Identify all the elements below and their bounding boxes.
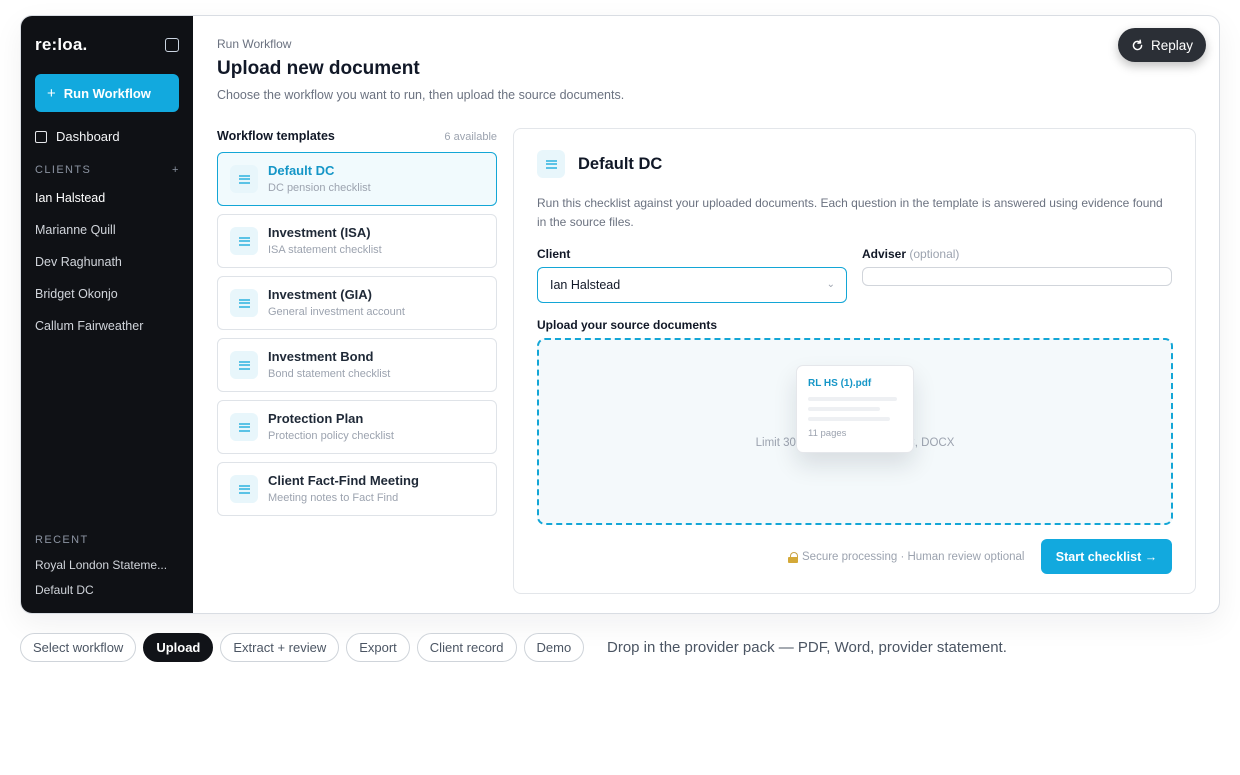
step-client-record[interactable]: Client record xyxy=(416,633,517,662)
template-card-fact-find[interactable]: Client Fact-Find Meeting Meeting notes t… xyxy=(217,462,497,516)
clients-heading: CLIENTS xyxy=(35,164,92,176)
template-name: Default DC xyxy=(268,163,335,178)
optional-hint: (optional) xyxy=(909,247,960,261)
workflow-detail-panel: Default DC Run this checklist against yo… xyxy=(513,128,1196,594)
breadcrumb[interactable]: Run Workflow xyxy=(217,37,291,51)
templates-heading: Workflow templates xyxy=(217,129,335,143)
start-checklist-button[interactable]: Start checklist → xyxy=(1041,539,1172,574)
sidebar-toggle-icon[interactable] xyxy=(165,38,179,52)
panel-description: Run this checklist against your uploaded… xyxy=(537,196,1163,229)
template-card-protection-plan[interactable]: Protection Plan Protection policy checkl… xyxy=(217,400,497,454)
sidebar-client-item[interactable]: Bridget Okonjo xyxy=(35,287,118,301)
sidebar-item-dashboard[interactable]: Dashboard xyxy=(35,129,120,144)
template-desc: Bond statement checklist xyxy=(268,368,391,380)
step-caption: Drop in the provider pack — PDF, Word, p… xyxy=(607,639,1007,656)
step-extract-review[interactable]: Extract + review xyxy=(220,633,340,662)
app-window: re:loa. + Run Workflow Dashboard CLIENTS… xyxy=(20,15,1220,614)
step-upload[interactable]: Upload xyxy=(143,633,214,662)
template-desc: General investment account xyxy=(268,306,405,318)
template-name: Client Fact-Find Meeting xyxy=(268,473,419,488)
checklist-icon xyxy=(230,475,258,503)
run-workflow-label: Run Workflow xyxy=(63,85,151,101)
file-preview-line xyxy=(808,407,880,411)
step-demo[interactable]: Demo xyxy=(523,633,585,662)
sidebar-client-item[interactable]: Marianne Quill xyxy=(35,223,116,237)
dragged-file-card[interactable]: RL HS (1).pdf 11 pages xyxy=(796,365,914,453)
template-desc: Meeting notes to Fact Find xyxy=(268,492,399,504)
page-title: Upload new document xyxy=(217,58,420,79)
templates-count: 6 available xyxy=(444,131,497,143)
template-card-investment-gia[interactable]: Investment (GIA) General investment acco… xyxy=(217,276,497,330)
add-client-button[interactable]: + xyxy=(172,164,178,176)
lock-icon xyxy=(788,551,798,563)
template-card-investment-bond[interactable]: Investment Bond Bond statement checklist xyxy=(217,338,497,392)
file-preview-line xyxy=(808,417,890,421)
checklist-icon xyxy=(537,150,565,178)
templates-header: Workflow templates 6 available xyxy=(217,129,497,143)
client-label: Client xyxy=(537,247,571,261)
recent-item[interactable]: Default DC xyxy=(35,583,180,597)
template-desc: DC pension checklist xyxy=(268,182,371,194)
sidebar-client-item[interactable]: Callum Fairweather xyxy=(35,319,143,333)
adviser-input[interactable] xyxy=(862,267,1172,286)
sidebar-client-item[interactable]: Ian Halstead xyxy=(35,191,105,205)
file-dropzone[interactable]: Drop files here Limit 30MB per file · PD… xyxy=(537,338,1173,525)
file-pages: 11 pages xyxy=(808,428,847,439)
replay-button[interactable]: Replay xyxy=(1118,28,1206,62)
template-desc: Protection policy checklist xyxy=(268,430,394,442)
client-select[interactable]: Ian Halstead ⌄ xyxy=(537,267,847,303)
template-desc: ISA statement checklist xyxy=(268,244,382,256)
panel-title: Default DC xyxy=(578,155,663,173)
page-subtitle: Choose the workflow you want to run, the… xyxy=(217,88,625,102)
step-select-workflow[interactable]: Select workflow xyxy=(20,633,137,662)
plus-icon: + xyxy=(47,84,56,102)
template-name: Investment (ISA) xyxy=(268,225,371,240)
main-content: Run Workflow Upload new document Choose … xyxy=(193,16,1219,613)
sidebar-client-item[interactable]: Dev Raghunath xyxy=(35,255,122,269)
checklist-icon xyxy=(230,165,258,193)
recent-heading: RECENT xyxy=(35,534,89,546)
template-name: Investment Bond xyxy=(268,349,374,364)
secure-text: Secure processing · Human review optiona… xyxy=(802,551,1025,563)
file-preview-line xyxy=(808,397,897,401)
adviser-label-text: Adviser xyxy=(862,247,907,261)
template-name: Protection Plan xyxy=(268,411,364,426)
checklist-icon xyxy=(230,289,258,317)
adviser-label: Adviser (optional) xyxy=(862,247,959,261)
chevron-down-icon: ⌄ xyxy=(826,279,835,290)
dashboard-icon xyxy=(35,130,47,143)
file-name: RL HS (1).pdf xyxy=(808,378,872,389)
checklist-icon xyxy=(230,413,258,441)
template-card-default-dc[interactable]: Default DC DC pension checklist xyxy=(217,152,497,206)
sidebar-item-label: Dashboard xyxy=(56,129,120,144)
secure-processing-note: Secure processing · Human review optiona… xyxy=(788,551,1024,563)
recent-item[interactable]: Royal London Stateme... xyxy=(35,558,180,572)
upload-label: Upload your source documents xyxy=(537,318,718,332)
client-select-value: Ian Halstead xyxy=(550,278,621,292)
template-card-investment-isa[interactable]: Investment (ISA) ISA statement checklist xyxy=(217,214,497,268)
checklist-icon xyxy=(230,351,258,379)
replay-icon xyxy=(1132,39,1143,50)
step-export[interactable]: Export xyxy=(346,633,410,662)
template-name: Investment (GIA) xyxy=(268,287,373,302)
replay-label: Replay xyxy=(1150,37,1194,53)
workflow-steps: Select workflow Upload Extract + review … xyxy=(20,633,585,662)
checklist-icon xyxy=(230,227,258,255)
logo: re:loa. xyxy=(35,35,88,54)
sidebar: re:loa. + Run Workflow Dashboard CLIENTS… xyxy=(21,16,193,613)
run-workflow-button[interactable]: + Run Workflow xyxy=(35,74,179,112)
